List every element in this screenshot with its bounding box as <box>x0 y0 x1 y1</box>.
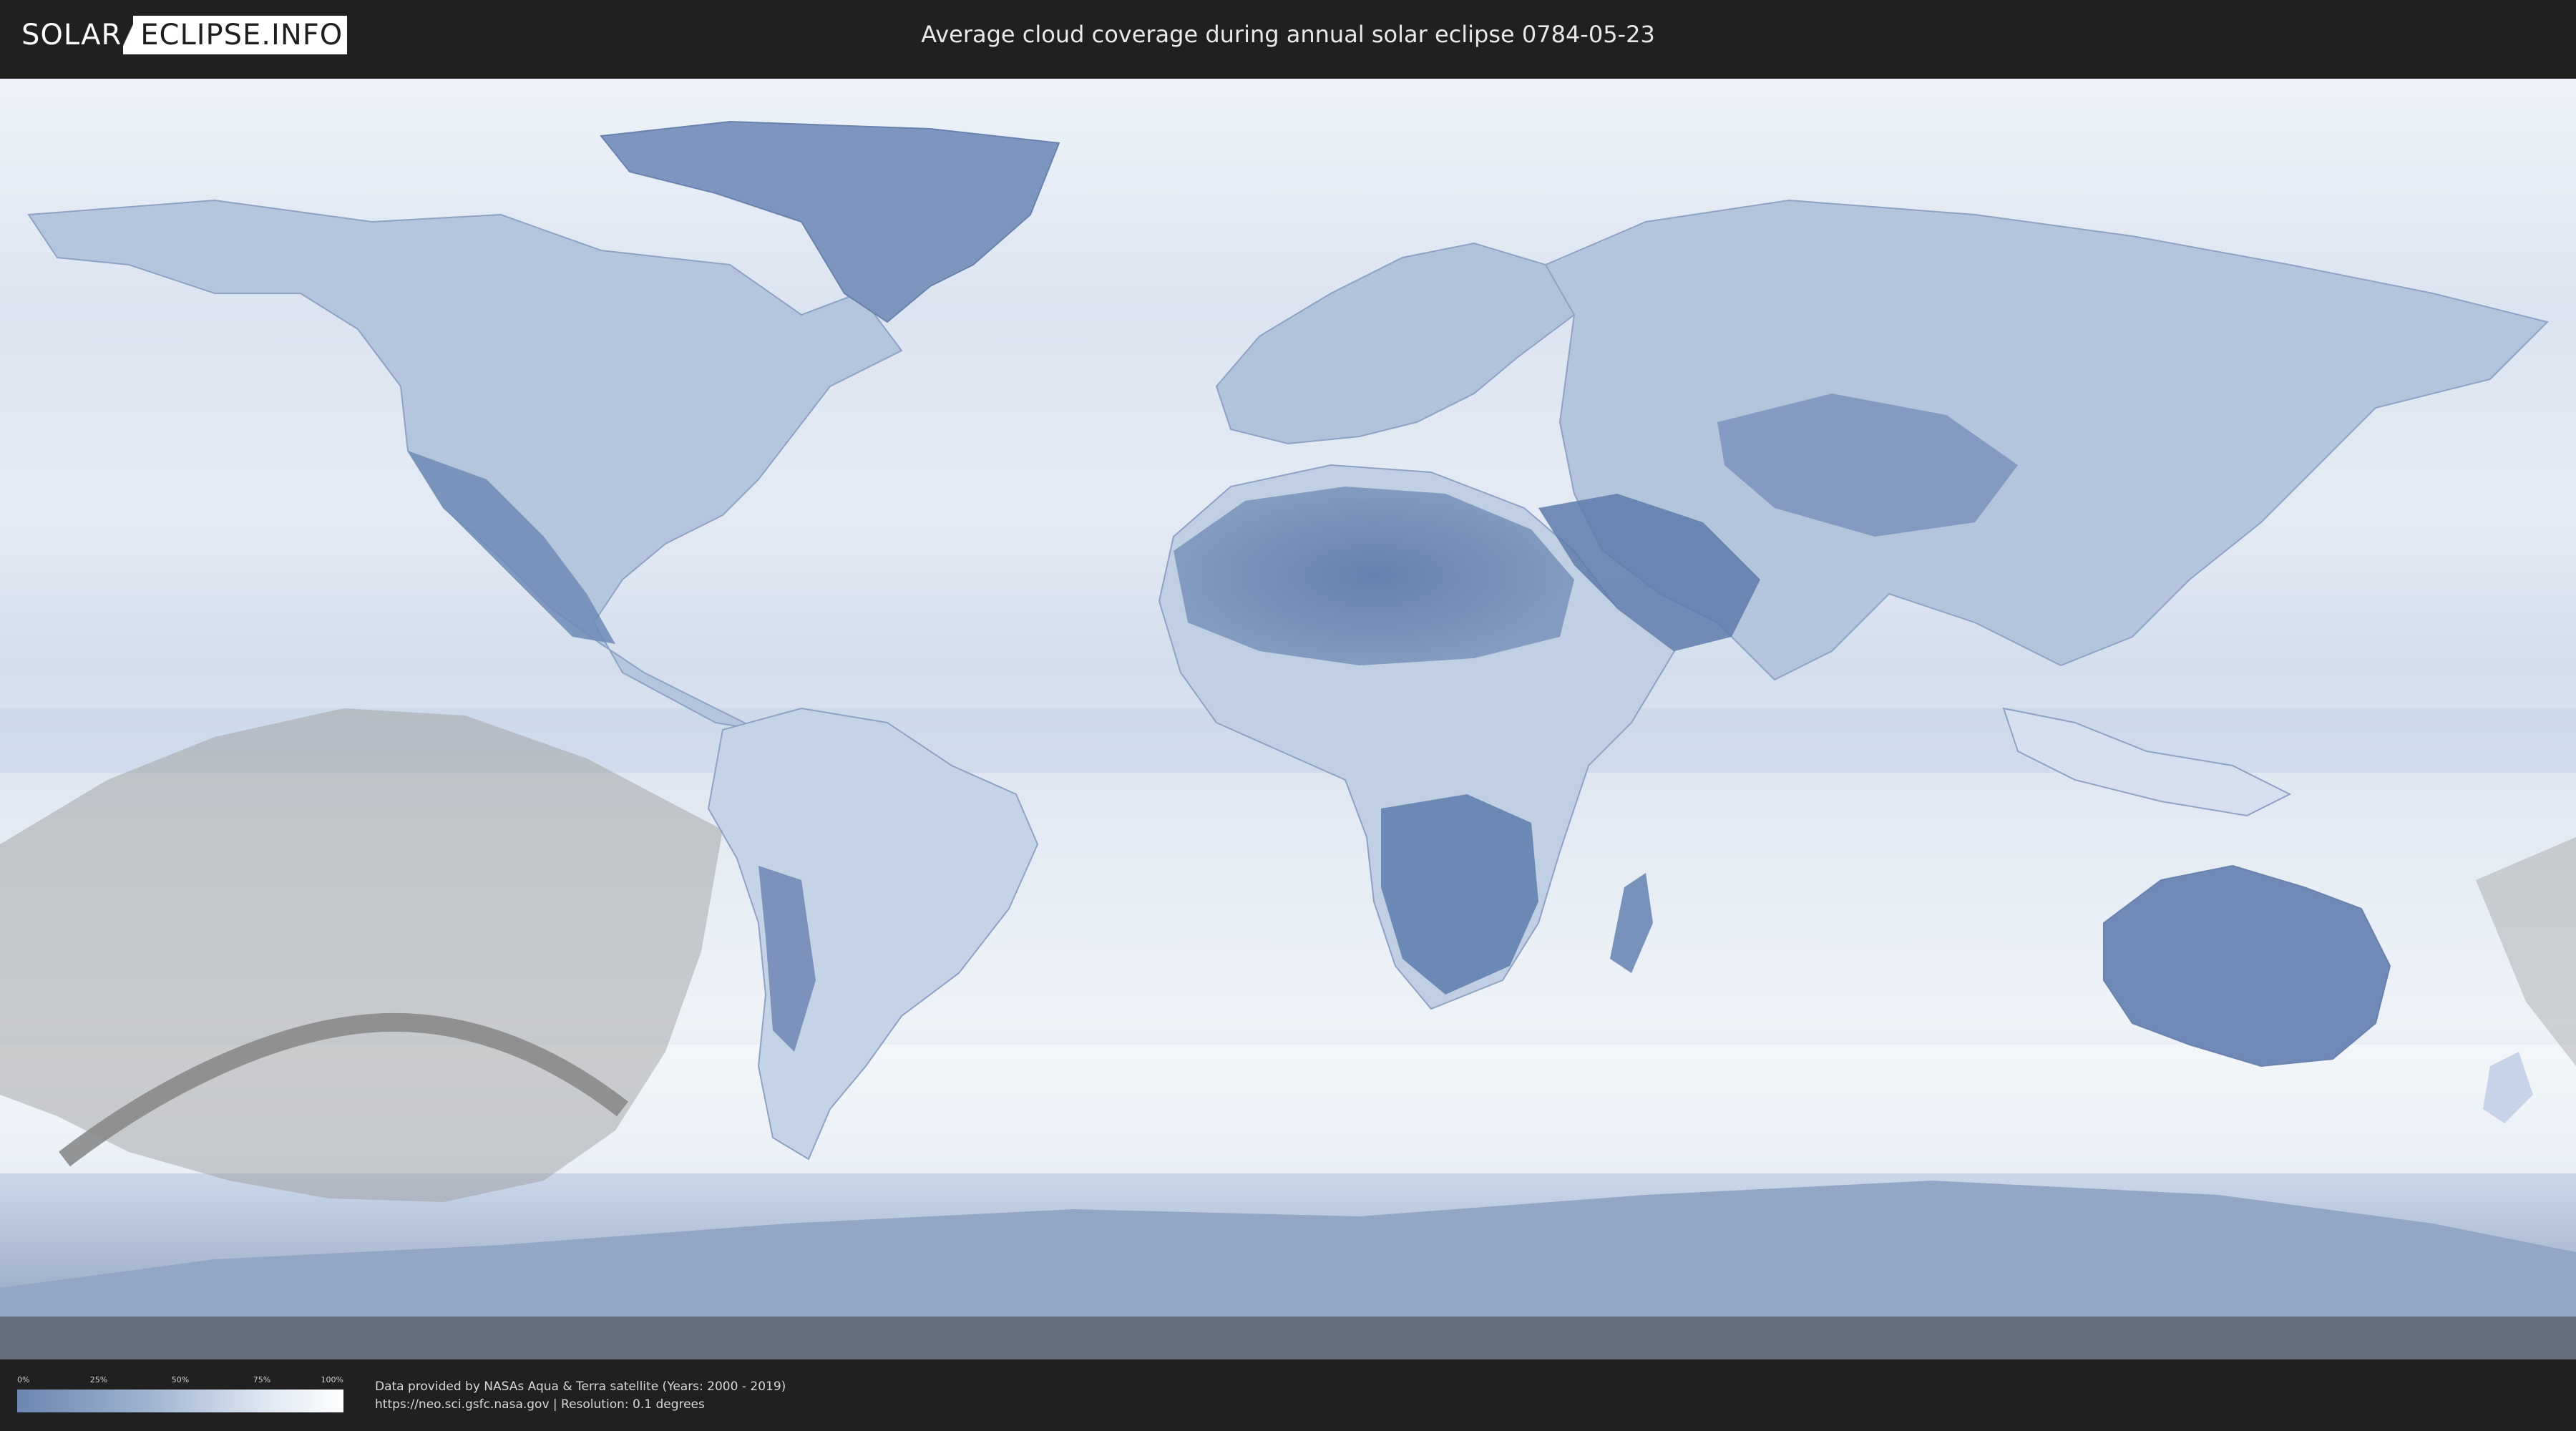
legend-tick-75: 75% <box>253 1375 271 1384</box>
legend-tick-50: 50% <box>171 1375 190 1384</box>
cloud-coverage-map <box>0 79 2576 1359</box>
legend-color-bar <box>17 1390 343 1412</box>
cloud-coverage-legend: 0% 25% 50% 75% 100% <box>17 1375 343 1415</box>
header-bar: SOLAR ECLIPSE.INFO Average cloud coverag… <box>0 0 2576 72</box>
legend-tick-100: 100% <box>321 1375 343 1384</box>
ross-sea-dark-strip <box>0 1317 2576 1359</box>
credit-line-source: Data provided by NASAs Aqua & Terra sate… <box>375 1379 786 1394</box>
credit-line-url: https://neo.sci.gsfc.nasa.gov | Resoluti… <box>375 1397 705 1412</box>
legend-tick-0: 0% <box>17 1375 30 1384</box>
data-credits: Data provided by NASAs Aqua & Terra sate… <box>375 1378 786 1414</box>
page-title: Average cloud coverage during annual sol… <box>921 21 1655 48</box>
legend-tick-25: 25% <box>89 1375 108 1384</box>
footer-bar: 0% 25% 50% 75% 100% Data provided by NAS… <box>0 1359 2576 1431</box>
